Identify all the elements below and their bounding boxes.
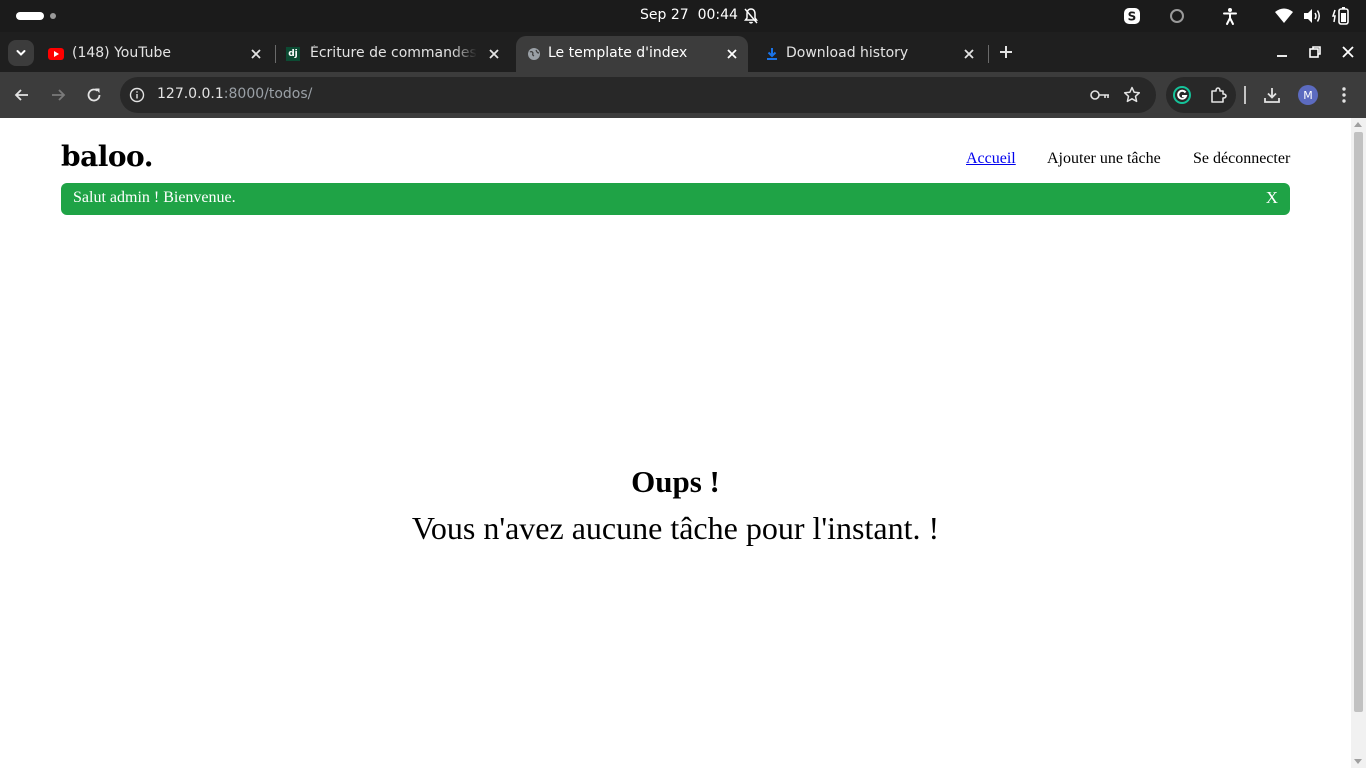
tab-separator bbox=[988, 45, 989, 63]
url-host: 127.0.0.1 bbox=[157, 86, 224, 102]
browser-toolbar: 127.0.0.1:8000/todos/ bbox=[0, 72, 1366, 118]
tab-index-template[interactable]: Le template d'index bbox=[516, 36, 748, 72]
forward-arrow-icon[interactable] bbox=[48, 85, 68, 105]
system-clock[interactable]: Sep 27 00:44 bbox=[640, 7, 738, 23]
tab-title: Écriture de commandes d bbox=[310, 45, 477, 61]
toolbar-separator bbox=[1244, 86, 1246, 104]
close-tab-icon[interactable] bbox=[486, 46, 502, 62]
close-tab-icon[interactable] bbox=[248, 46, 264, 62]
django-icon-text: dj bbox=[288, 49, 298, 59]
profile-avatar[interactable]: M bbox=[1298, 85, 1318, 105]
skype-icon[interactable]: S bbox=[1123, 6, 1141, 26]
more-menu-icon[interactable] bbox=[1334, 85, 1354, 105]
workspace-dot[interactable] bbox=[50, 13, 56, 19]
globe-icon bbox=[526, 47, 542, 61]
alert-message: Salut admin ! Bienvenue. bbox=[73, 189, 236, 206]
welcome-alert: Salut admin ! Bienvenue. X bbox=[61, 183, 1290, 215]
scroll-up-arrow[interactable] bbox=[1354, 122, 1362, 127]
tab-download-history[interactable]: Download history bbox=[754, 36, 986, 72]
empty-state-message: Vous n'avez aucune tâche pour l'instant.… bbox=[411, 510, 940, 546]
tab-title: Download history bbox=[786, 45, 909, 61]
bell-icon[interactable] bbox=[743, 7, 759, 25]
downloads-icon[interactable] bbox=[1262, 85, 1282, 105]
bookmark-star-icon[interactable] bbox=[1122, 85, 1142, 105]
nav-link-add-task[interactable]: Ajouter une tâche bbox=[1047, 150, 1161, 168]
tab-search-button[interactable] bbox=[8, 40, 34, 66]
minimize-icon[interactable] bbox=[1274, 44, 1290, 60]
tab-django-docs[interactable]: dj Écriture de commandes d bbox=[277, 36, 513, 72]
chevron-down-icon bbox=[16, 50, 26, 56]
system-time: 00:44 bbox=[697, 7, 738, 23]
url-path: :8000/todos/ bbox=[223, 86, 313, 102]
system-top-bar: Sep 27 00:44 S bbox=[0, 0, 1366, 32]
alert-close-button[interactable]: X bbox=[1266, 188, 1278, 208]
key-icon[interactable] bbox=[1089, 85, 1111, 105]
reload-icon[interactable] bbox=[84, 85, 104, 105]
close-tab-icon[interactable] bbox=[961, 46, 977, 62]
close-window-icon[interactable] bbox=[1340, 44, 1356, 60]
circle-icon[interactable] bbox=[1168, 6, 1186, 26]
tab-title: (148) YouTube bbox=[72, 45, 172, 61]
puzzle-extensions-icon[interactable] bbox=[1208, 85, 1228, 105]
browser-tab-strip: (148) YouTube dj Écriture de commandes d… bbox=[0, 32, 1366, 72]
empty-state-title: Oups ! bbox=[631, 464, 720, 499]
battery-icon[interactable] bbox=[1331, 6, 1351, 26]
workspace-indicator[interactable] bbox=[16, 12, 44, 20]
page-scrollbar[interactable] bbox=[1351, 118, 1366, 768]
site-brand[interactable]: baloo. bbox=[61, 140, 153, 173]
wifi-icon[interactable] bbox=[1274, 6, 1294, 26]
extensions-group bbox=[1166, 77, 1236, 113]
scroll-down-arrow[interactable] bbox=[1354, 759, 1362, 764]
back-arrow-icon[interactable] bbox=[12, 85, 32, 105]
download-icon bbox=[764, 47, 780, 61]
youtube-icon bbox=[48, 47, 64, 61]
nav-link-logout[interactable]: Se déconnecter bbox=[1193, 150, 1290, 168]
restore-icon[interactable] bbox=[1307, 44, 1323, 60]
svg-text:S: S bbox=[1128, 10, 1137, 24]
grammarly-icon[interactable] bbox=[1172, 85, 1192, 105]
system-date: Sep 27 bbox=[640, 7, 689, 23]
page-viewport: baloo. Accueil Ajouter une tâche Se déco… bbox=[0, 118, 1366, 768]
volume-icon[interactable] bbox=[1302, 6, 1322, 26]
scroll-thumb[interactable] bbox=[1354, 132, 1363, 712]
site-info-icon[interactable] bbox=[129, 87, 145, 103]
nav-link-home[interactable]: Accueil bbox=[966, 150, 1016, 168]
new-tab-plus-icon[interactable] bbox=[996, 42, 1016, 62]
accessibility-icon[interactable] bbox=[1221, 6, 1239, 26]
address-bar[interactable]: 127.0.0.1:8000/todos/ bbox=[120, 77, 1156, 113]
tab-youtube[interactable]: (148) YouTube bbox=[38, 36, 274, 72]
django-icon: dj bbox=[286, 47, 300, 61]
url-text[interactable]: 127.0.0.1:8000/todos/ bbox=[157, 86, 312, 102]
tab-separator bbox=[275, 45, 276, 63]
close-tab-icon[interactable] bbox=[724, 46, 740, 62]
tab-title: Le template d'index bbox=[548, 45, 688, 61]
